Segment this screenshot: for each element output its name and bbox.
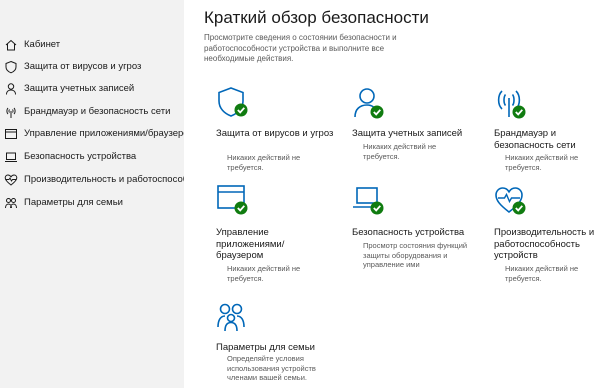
tile-account-protection[interactable]: Защита учетных записей Никаких действий …: [352, 86, 470, 176]
tile-title: Параметры для семьи: [216, 342, 315, 353]
shield-icon: [218, 87, 248, 117]
tile-status: Никаких действий не требуется.: [505, 264, 579, 283]
tile-device-security[interactable]: Безопасность устройства Просмотр состоян…: [352, 183, 470, 283]
sidebar-item-label: Управление приложениями/браузером: [24, 128, 184, 139]
tile-status: Просмотр состояния функций защиты оборуд…: [363, 241, 468, 269]
sidebar-item-label: Производительность и работоспособн: [24, 174, 184, 185]
tile-device-performance[interactable]: Производительность и работоспособность у…: [494, 183, 600, 293]
main-content: Краткий обзор безопасности Просмотрите с…: [184, 0, 600, 388]
tile-status: Никаких действий не требуется.: [505, 153, 579, 172]
page-subtitle: Просмотрите сведения о состоянии безопас…: [204, 33, 397, 63]
sidebar-item-app-browser-control[interactable]: Управление приложениями/браузером: [0, 124, 184, 146]
tile-family-options[interactable]: Параметры для семьи Определяйте условия …: [216, 300, 334, 385]
laptop-icon: [353, 187, 384, 215]
app-window-icon: [5, 129, 17, 139]
sidebar-item-label: Защита учетных записей: [24, 83, 135, 94]
family-icon: [217, 303, 245, 332]
tile-virus-protection[interactable]: Защита от вирусов и угроз Никаких действ…: [216, 86, 334, 176]
sidebar-item-device-security[interactable]: Безопасность устройства: [0, 147, 184, 169]
home-icon: [5, 39, 17, 51]
tile-firewall[interactable]: Брандмауэр и безопасность сети Никаких д…: [494, 86, 600, 176]
tile-title: Управление приложениями/ браузером: [216, 227, 285, 261]
heart-pulse-icon: [4, 174, 18, 186]
sidebar-item-firewall[interactable]: Брандмауэр и безопасность сети: [0, 102, 184, 124]
tile-title: Защита учетных записей: [352, 128, 463, 139]
tile-app-browser-control[interactable]: Управление приложениями/ браузером Никак…: [216, 183, 334, 283]
sidebar-item-label: Параметры для семьи: [24, 197, 123, 208]
tile-status: Никаких действий не требуется.: [363, 142, 437, 161]
sidebar-item-label: Безопасность устройства: [24, 151, 137, 162]
sidebar-item-account-protection[interactable]: Защита учетных записей: [0, 79, 184, 101]
tile-title: Безопасность устройства: [352, 227, 465, 238]
tile-status: Никаких действий не требуется.: [227, 153, 301, 172]
app-window-icon: [217, 185, 248, 215]
sidebar-item-virus-protection[interactable]: Защита от вирусов и угроз: [0, 57, 184, 79]
wifi-antenna-icon: [6, 107, 16, 118]
family-icon: [5, 198, 17, 209]
page-title: Краткий обзор безопасности: [204, 8, 429, 27]
tile-status: Определяйте условия использования устрой…: [227, 354, 316, 382]
tile-title: Брандмауэр и безопасность сети: [494, 128, 576, 151]
heart-pulse-icon: [495, 187, 526, 215]
sidebar: Кабинет Защита от вирусов и угроз Защита…: [0, 0, 184, 388]
person-icon: [354, 88, 384, 119]
sidebar-item-device-performance[interactable]: Производительность и работоспособн: [0, 170, 184, 192]
sidebar-item-label: Защита от вирусов и угроз: [24, 61, 142, 72]
laptop-icon: [5, 152, 17, 162]
wifi-antenna-icon: [497, 90, 526, 119]
sidebar-item-home[interactable]: Кабинет: [0, 35, 184, 57]
person-icon: [6, 83, 16, 95]
shield-icon: [5, 60, 17, 74]
sidebar-item-label: Кабинет: [24, 39, 61, 50]
sidebar-item-family-options[interactable]: Параметры для семьи: [0, 193, 184, 215]
tile-status: Никаких действий не требуется.: [227, 264, 301, 283]
sidebar-item-label: Брандмауэр и безопасность сети: [24, 106, 171, 117]
tile-title: Производительность и работоспособность у…: [494, 227, 595, 261]
tile-title: Защита от вирусов и угроз: [216, 128, 334, 139]
